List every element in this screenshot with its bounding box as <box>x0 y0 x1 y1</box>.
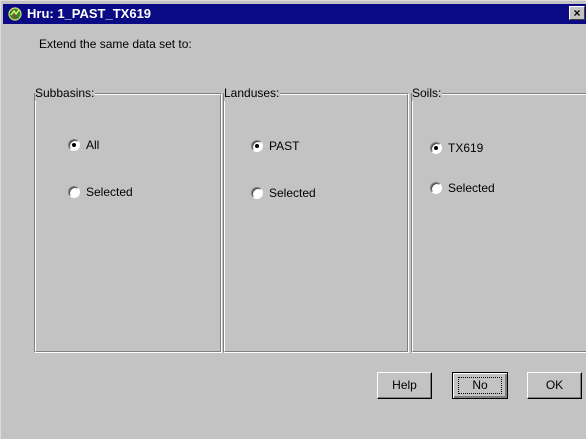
group-subbasins-title: Subbasins: <box>35 85 96 101</box>
radio-label: All <box>86 138 100 152</box>
group-subbasins: Subbasins: All Selected <box>34 85 222 353</box>
window-title: Hru: 1_PAST_TX619 <box>27 6 152 21</box>
group-soils: Soils: TX619 Selected <box>411 85 586 353</box>
title-bar[interactable]: Hru: 1_PAST_TX619 × <box>3 4 586 24</box>
radio-unchecked-icon <box>68 186 80 198</box>
prompt-text: Extend the same data set to: <box>39 37 192 51</box>
close-icon: × <box>573 6 581 20</box>
dialog-window: Hru: 1_PAST_TX619 × Extend the same data… <box>0 0 586 439</box>
radio-label: TX619 <box>448 141 484 155</box>
radio-unchecked-icon <box>430 182 442 194</box>
no-button-label: No <box>472 378 488 392</box>
app-icon <box>8 7 22 21</box>
group-soils-title: Soils: <box>412 85 443 101</box>
help-button[interactable]: Help <box>377 372 432 399</box>
group-landuses-title: Landuses: <box>224 85 281 101</box>
close-button[interactable]: × <box>569 6 585 20</box>
ok-button-label: OK <box>545 378 564 392</box>
radio-checked-icon <box>430 142 442 154</box>
radio-unchecked-icon <box>251 187 263 199</box>
radio-label: Selected <box>86 185 133 199</box>
radio-label: Selected <box>448 181 495 195</box>
radio-label: PAST <box>269 139 300 153</box>
group-landuses: Landuses: PAST Selected <box>223 85 409 353</box>
radio-label: Selected <box>269 186 316 200</box>
radio-checked-icon <box>251 140 263 152</box>
help-button-label: Help <box>392 378 417 392</box>
no-button[interactable]: No <box>452 372 508 399</box>
radio-checked-icon <box>68 139 80 151</box>
ok-button[interactable]: OK <box>527 372 582 399</box>
